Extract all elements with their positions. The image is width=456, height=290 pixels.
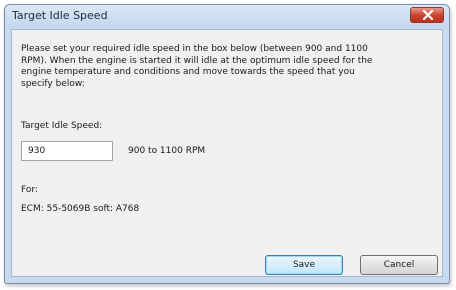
target-idle-speed-input[interactable]	[21, 141, 113, 161]
window-title: Target Idle Speed	[12, 9, 108, 22]
for-label: For:	[21, 185, 38, 195]
close-icon	[422, 10, 434, 20]
title-bar[interactable]: Target Idle Speed	[5, 5, 449, 27]
range-hint: 900 to 1100 RPM	[128, 146, 206, 156]
close-button[interactable]	[410, 7, 444, 23]
instructions-text: Please set your required idle speed in t…	[21, 44, 373, 89]
target-idle-speed-label: Target Idle Speed:	[21, 121, 103, 131]
dialog-window: Target Idle Speed Please set your requir…	[4, 4, 450, 284]
dialog-body: Please set your required idle speed in t…	[11, 29, 443, 277]
save-button[interactable]: Save	[265, 255, 343, 275]
ecm-info: ECM: 55-5069B soft: A768	[21, 204, 140, 214]
cancel-button[interactable]: Cancel	[360, 255, 438, 275]
